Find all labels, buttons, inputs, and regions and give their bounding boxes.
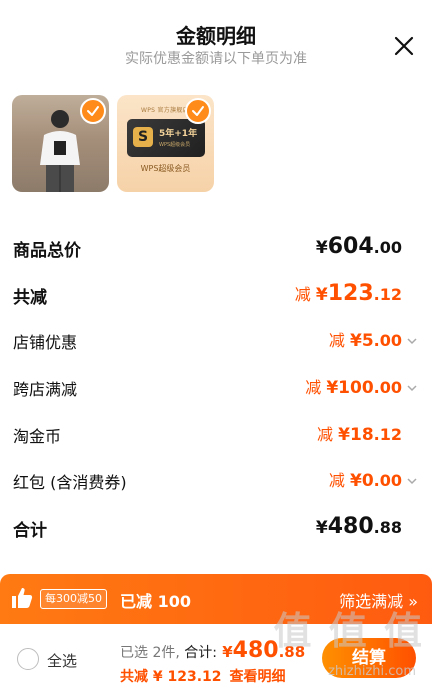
reduce-prefix: 减 [328, 331, 350, 350]
amount-detail-sheet: 金额明细 实际优惠金额请以下单页为准 WPS 官方旗舰店 S 5年+1年 WPS… [0, 0, 432, 692]
check-icon [192, 106, 204, 116]
bottom-bar: 全选 已选 2件, 合计: ¥480.88 共减 ¥ 123.12 查看明细 结算 [0, 624, 432, 692]
promo-tag: 每300减50 [40, 589, 107, 609]
amount-dec: .00 [373, 471, 402, 490]
row-amount: ¥604.00 [316, 234, 402, 259]
row-amount: 减 ¥18.12 [317, 421, 402, 445]
chevron-down-icon [407, 478, 417, 485]
amount-dec: .12 [373, 425, 402, 444]
row-product-total: 商品总价 ¥604.00 [0, 230, 432, 266]
wps-logo-icon: S [133, 127, 153, 147]
row-amount: 减 ¥123.12 [295, 281, 402, 306]
row-shop-discount[interactable]: 店铺优惠 减 ¥5.00 [0, 323, 432, 359]
amount-int: 123 [327, 281, 374, 306]
wps-member-label: WPS超级会员 [140, 164, 191, 173]
chevron-down-icon [407, 338, 417, 345]
amount-int: 5 [361, 331, 374, 351]
person-photo [40, 110, 80, 192]
close-icon [394, 36, 414, 56]
thumbs-up-icon [12, 588, 33, 608]
row-grand-total: 合计 ¥480.88 [0, 510, 432, 546]
product-thumb-wps[interactable]: WPS 官方旗舰店 S 5年+1年 WPS超级会员 WPS超级会员 [117, 95, 214, 192]
row-taojinbi: 淘金币 减 ¥18.12 [0, 417, 432, 453]
chevron-down-icon [407, 385, 417, 392]
yen-sign: ¥ [349, 471, 362, 491]
wps-card-years: 5年+1年 [159, 129, 198, 139]
amount-int: 18 [349, 425, 374, 445]
promo-reduced: 已减 100 [120, 592, 191, 611]
product-thumb-clothing[interactable] [12, 95, 109, 192]
row-amount: 减 ¥5.00 [329, 327, 402, 351]
reduce-line: 共减 ¥ 123.12 查看明细 [120, 666, 286, 686]
amount-int: 480 [327, 514, 374, 539]
total-label: 合计: [179, 645, 217, 661]
yen-sign: ¥ [315, 285, 328, 305]
row-red-packet[interactable]: 红包 (含消费券) 减 ¥0.00 [0, 463, 432, 499]
amount-int: 100 [338, 378, 374, 398]
yen-sign: ¥ [315, 518, 328, 538]
wps-member-card: S 5年+1年 WPS超级会员 [127, 119, 205, 157]
yen-sign: ¥ [349, 331, 362, 351]
row-amount: 减 ¥0.00 [329, 467, 402, 491]
filter-full-reduce-link[interactable]: 筛选满减 » [339, 588, 418, 612]
selected-check[interactable] [80, 98, 106, 124]
checkout-button[interactable]: 结算 [322, 638, 416, 678]
selected-check[interactable] [185, 98, 211, 124]
check-icon [87, 106, 99, 116]
amount-int: 0 [361, 471, 374, 491]
row-total-reduce: 共减 减 ¥123.12 [0, 277, 432, 313]
row-label: 淘金币 [13, 427, 62, 446]
amount-dec: .12 [373, 285, 402, 304]
amount-dec: .00 [373, 378, 402, 397]
promo-banner: 每300减50 已减 100 筛选满减 » [0, 574, 432, 624]
amount-dec: .88 [373, 518, 402, 537]
row-label: 红包 (含消费券) [13, 473, 127, 492]
reduce-prefix: 减 [294, 285, 316, 304]
total-dec: .88 [278, 643, 306, 661]
amount-int: 604 [327, 234, 374, 259]
total-reduce-text: 共减 ¥ 123.12 [120, 669, 222, 685]
wps-brand-text: WPS 官方旗舰店 [141, 107, 189, 114]
row-label: 店铺优惠 [13, 333, 78, 352]
yen-sign: ¥ [326, 378, 339, 398]
sheet-subtitle: 实际优惠金额请以下单页为准 [125, 51, 307, 67]
select-all-label[interactable]: 全选 [47, 650, 77, 671]
yen-sign: ¥ [338, 425, 350, 445]
selection-info: 已选 2件, 合计: ¥480.88 [120, 638, 305, 663]
select-all-radio[interactable] [17, 648, 39, 670]
reduce-prefix: 减 [328, 471, 350, 490]
row-amount: ¥480.88 [316, 514, 402, 539]
amount-dec: .00 [373, 331, 402, 350]
sheet-header: 金额明细 实际优惠金额请以下单页为准 [0, 0, 432, 80]
row-cross-shop[interactable]: 跨店满减 减 ¥100.00 [0, 370, 432, 406]
total-yen: ¥ [216, 643, 233, 661]
view-detail-link[interactable]: 查看明细 [230, 669, 286, 685]
reduce-prefix: 减 [317, 425, 339, 444]
row-label: 跨店满减 [13, 380, 78, 399]
reduce-prefix: 减 [305, 378, 327, 397]
row-label: 合计 [13, 521, 47, 541]
row-label: 商品总价 [13, 241, 81, 261]
amount-dec: .00 [373, 238, 402, 257]
row-amount: 减 ¥100.00 [305, 374, 402, 398]
close-button[interactable] [392, 34, 416, 58]
wps-card-sub: WPS超级会员 [159, 142, 191, 148]
total-int: 480 [232, 638, 279, 663]
product-thumbnails: WPS 官方旗舰店 S 5年+1年 WPS超级会员 WPS超级会员 [12, 95, 214, 193]
sheet-title: 金额明细 [176, 24, 256, 48]
row-label: 共减 [13, 288, 47, 308]
selected-count: 已选 2件, [120, 645, 180, 661]
yen-sign: ¥ [315, 238, 328, 258]
